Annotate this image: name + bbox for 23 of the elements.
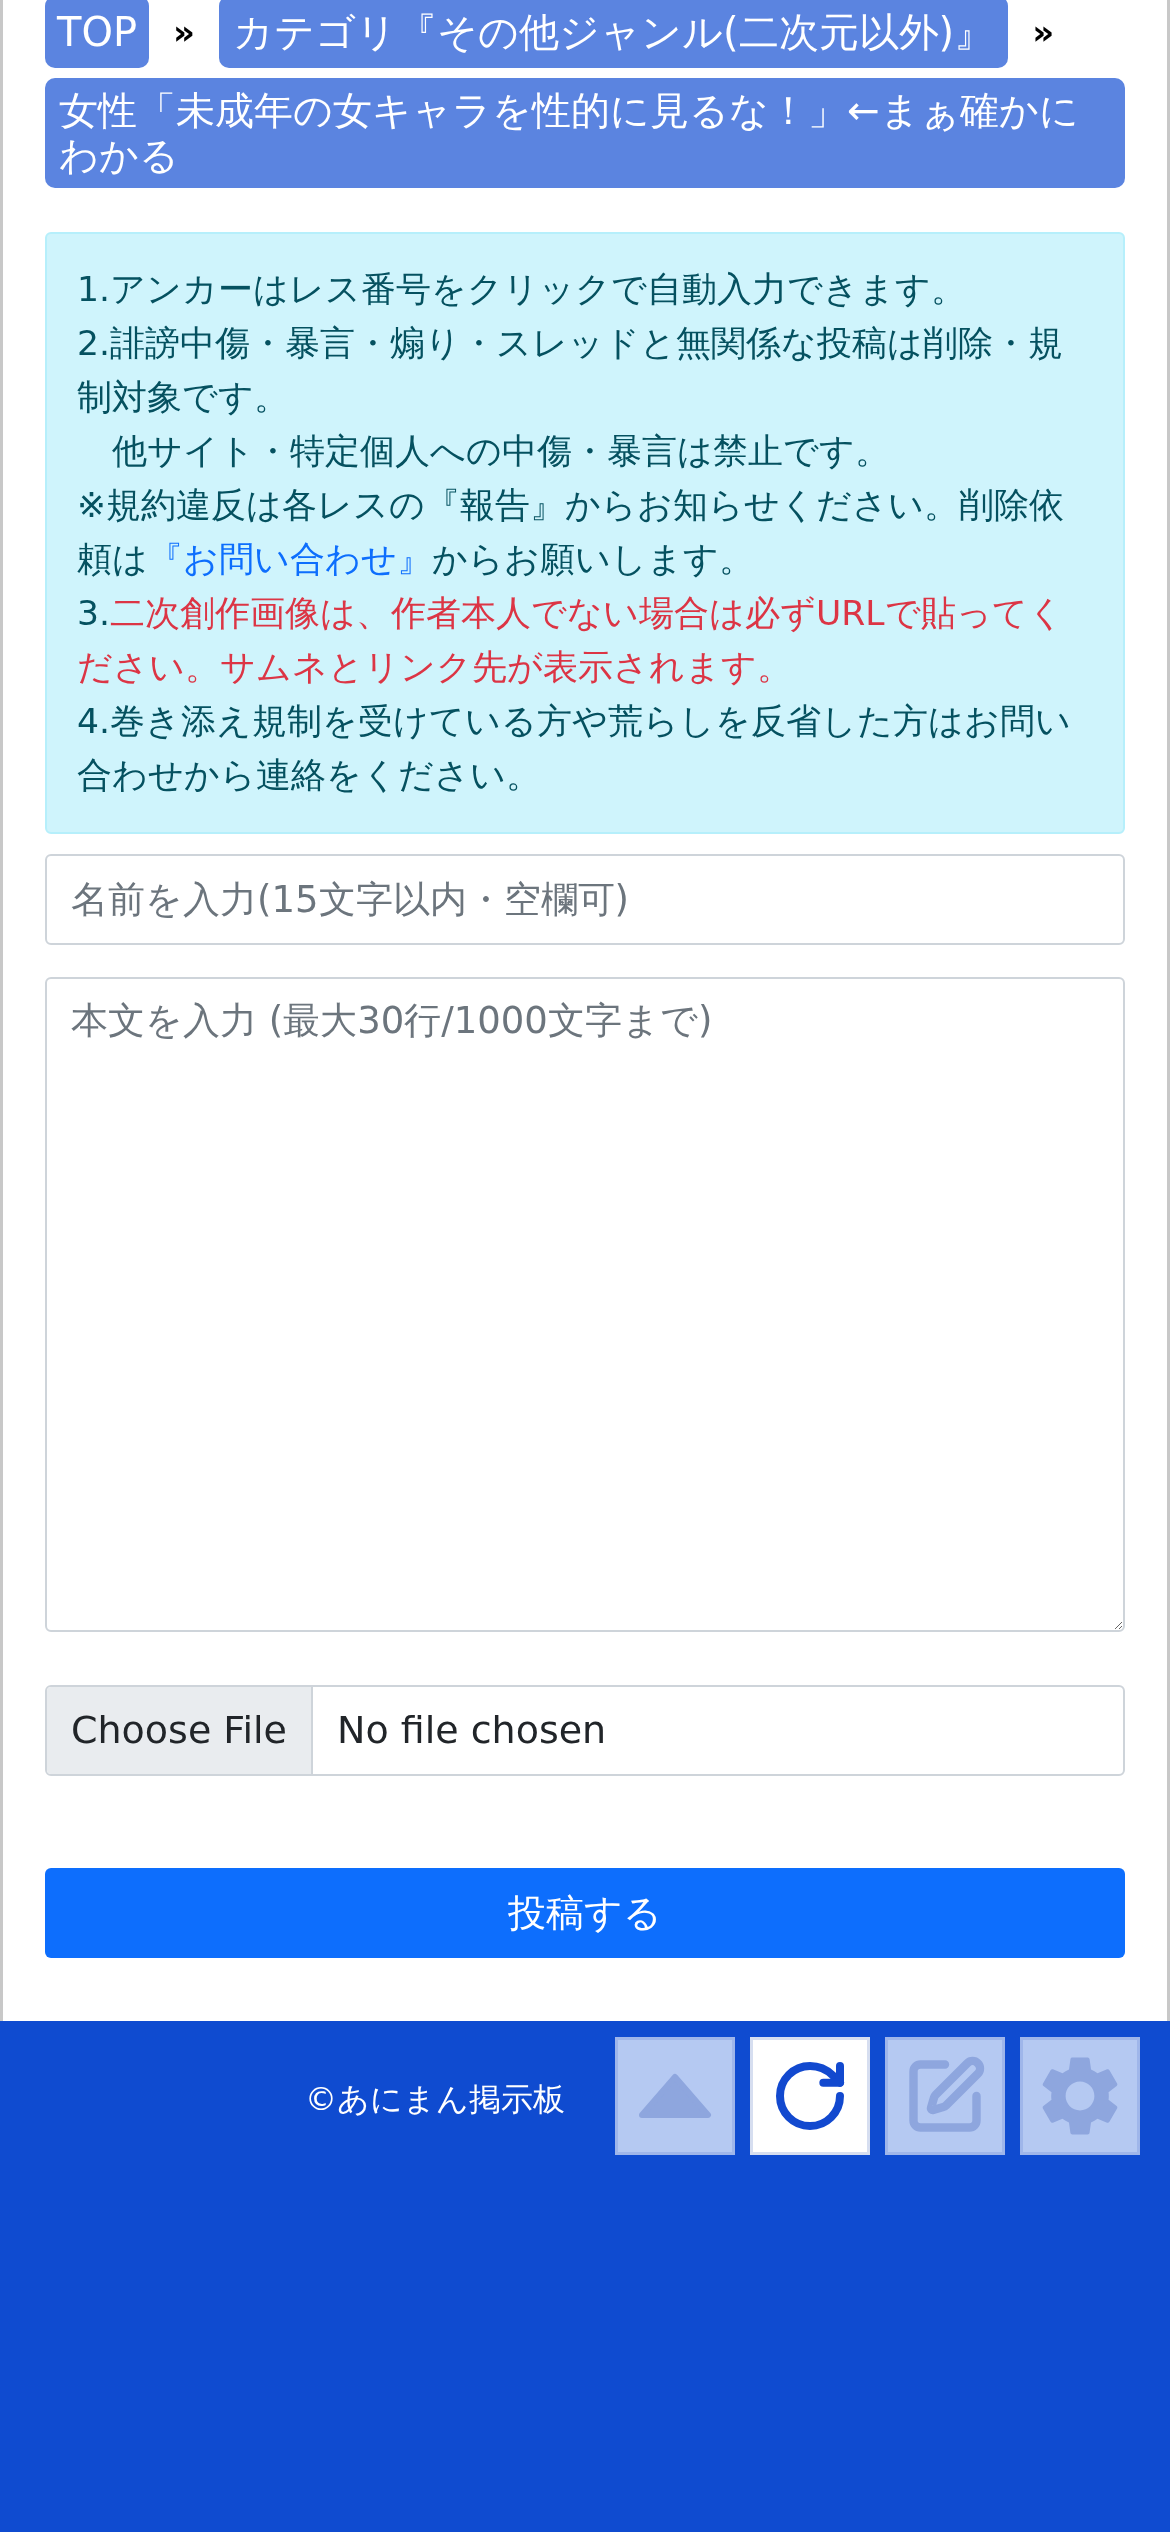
reload-button[interactable] bbox=[750, 2037, 870, 2155]
body-textarea[interactable]: 本文を入力 (最大30行/1000文字まで) bbox=[45, 977, 1125, 1632]
breadcrumb-separator: » bbox=[172, 10, 196, 54]
contact-link[interactable]: 『お問い合わせ』 bbox=[148, 539, 432, 579]
notice-text: 4.巻き添え規制を受けている方や荒らしを反省した方はお問い合わせから連絡をください。 bbox=[77, 700, 1072, 797]
write-button[interactable] bbox=[885, 2037, 1005, 2155]
breadcrumb-separator: » bbox=[1031, 10, 1056, 54]
notice-text: 他サイト・特定個人への中傷・暴言は禁止です。 bbox=[111, 430, 891, 473]
file-status-text: No file chosen bbox=[335, 1707, 608, 1754]
settings-button[interactable] bbox=[1020, 2037, 1140, 2155]
choose-file-button[interactable]: Choose File bbox=[47, 1687, 313, 1774]
triangle-icon bbox=[638, 2073, 712, 2119]
notice-warning: 3.二次創作画像は、作者本人でない場合は必ずURLで貼ってください。サムネとリンク先が表示されます。 bbox=[77, 592, 1065, 689]
name-input[interactable]: 名前を入力(15文字以内・空欄可) bbox=[45, 854, 1125, 945]
notice-text: 1.アンカーはレス番号をクリックで自動入力できます。 bbox=[77, 268, 967, 311]
breadcrumb-link[interactable]: カテゴリ『その他ジャンル(二次元以外)』 bbox=[219, 0, 1009, 68]
thread-title[interactable]: 女性「未成年の女キャラを性的に見るな！」←まぁ確かにわかる bbox=[45, 78, 1125, 188]
breadcrumb-link[interactable]: TOP bbox=[45, 0, 150, 68]
top-button[interactable] bbox=[615, 2037, 735, 2155]
notice-text: ※規約違反は各レスの『報告』からお知らせください。削除依頼は『お問い合わせ』からお願いします。 bbox=[77, 484, 1065, 581]
submit-button[interactable]: 投稿する bbox=[45, 1868, 1125, 1958]
copyright-text: ©あにまん掲示板 bbox=[305, 2079, 565, 2119]
notice-text: 2.誹謗中傷・暴言・煽り・スレッドと無関係な投稿は削除・規制対象です。 bbox=[77, 322, 1064, 419]
